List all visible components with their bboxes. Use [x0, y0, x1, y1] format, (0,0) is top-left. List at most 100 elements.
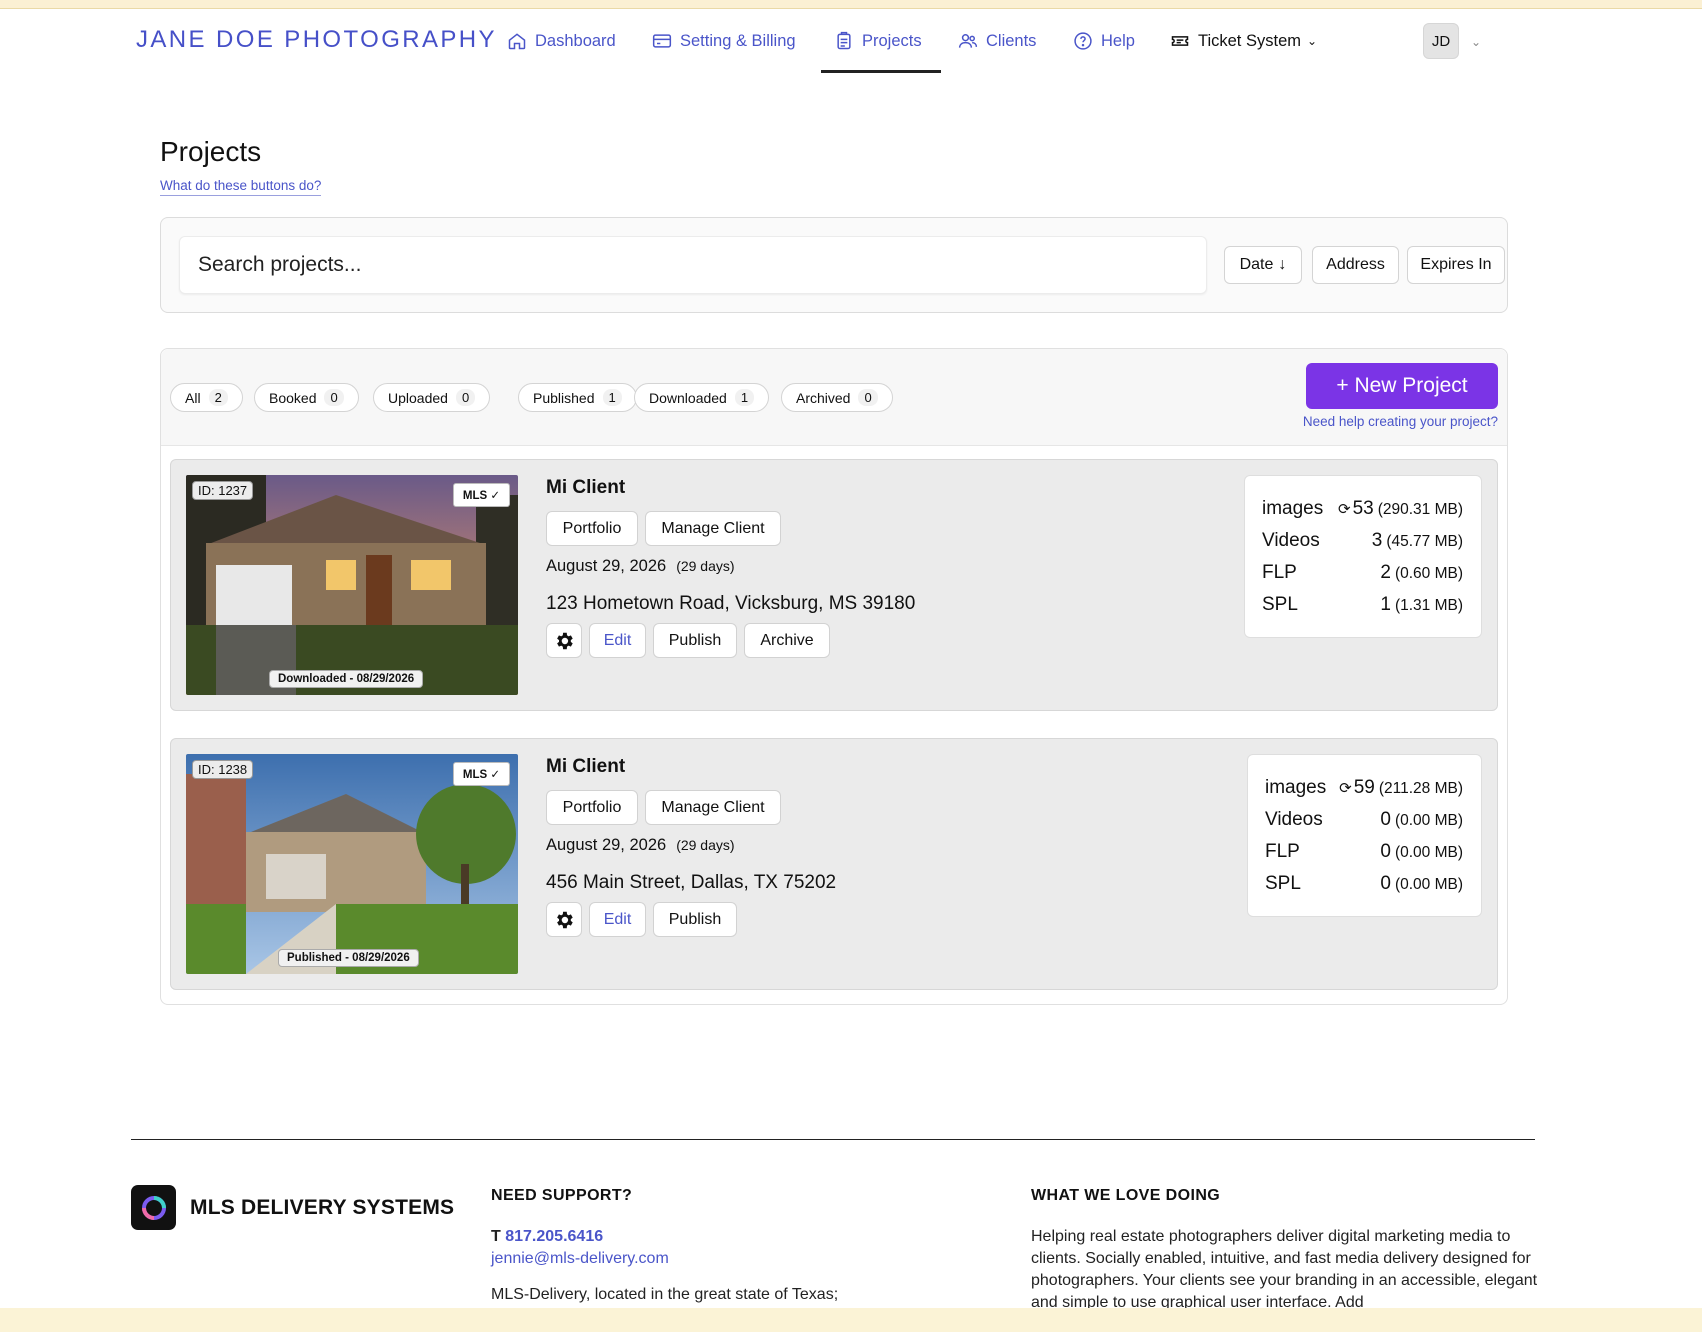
nav-clients[interactable]: Clients: [958, 26, 1036, 56]
manage-client-button[interactable]: Manage Client: [645, 790, 781, 825]
stat-count: 0: [1380, 873, 1391, 894]
nav-projects[interactable]: Projects: [834, 26, 922, 56]
stat-size: (45.77 MB): [1386, 533, 1463, 550]
publish-button[interactable]: Publish: [653, 623, 737, 658]
support-email-link[interactable]: jennie@mls-delivery.com: [491, 1248, 669, 1270]
edit-button[interactable]: Edit: [589, 623, 646, 658]
status-badge: Downloaded - 08/29/2026: [269, 670, 424, 688]
sort-date-button[interactable]: Date ↓: [1224, 246, 1302, 284]
stat-count: 59: [1353, 777, 1375, 798]
phone-link[interactable]: 817.205.6416: [505, 1228, 603, 1245]
nav-ticket-system[interactable]: Ticket System ⌄: [1170, 26, 1317, 56]
nav-ticket-label: Ticket System: [1198, 31, 1301, 50]
footer-divider: [131, 1139, 1535, 1140]
home-icon: [508, 33, 526, 50]
project-thumbnail[interactable]: ID: 1237 MLS ✓ Downloaded - 08/29/2026: [186, 475, 518, 695]
nav-help[interactable]: Help: [1073, 26, 1135, 56]
sort-expires-button[interactable]: Expires In: [1407, 246, 1505, 284]
help-circle-icon: [1074, 32, 1092, 50]
sort-address-button[interactable]: Address: [1312, 246, 1399, 284]
stat-count: 3: [1371, 530, 1383, 551]
stat-row-videos: Videos 0 (0.00 MB): [1265, 809, 1463, 841]
search-input[interactable]: [179, 236, 1207, 294]
stat-label: images: [1265, 777, 1327, 798]
new-project-help-link[interactable]: Need help creating your project?: [1287, 414, 1498, 429]
filter-published[interactable]: Published 1: [518, 383, 637, 412]
settings-gear-button[interactable]: [546, 623, 582, 658]
ticket-icon: [1171, 36, 1189, 46]
nav-clients-label: Clients: [986, 31, 1037, 50]
footer-logo: [131, 1185, 176, 1230]
nav-projects-label: Projects: [862, 31, 922, 50]
nav-active-indicator: [821, 70, 941, 73]
archive-button[interactable]: Archive: [744, 623, 830, 658]
credit-card-icon: [652, 34, 672, 48]
filter-archived[interactable]: Archived 0: [781, 383, 893, 412]
stat-size: (0.00 MB): [1394, 812, 1463, 829]
filter-count: 1: [734, 389, 755, 406]
refresh-icon[interactable]: ⟳: [1338, 500, 1351, 518]
nav-settings[interactable]: Setting & Billing: [652, 26, 796, 56]
stat-count: 1: [1380, 594, 1391, 615]
gear-icon: [557, 911, 573, 928]
media-stats: images ⟳ 59 (211.28 MB) Videos 0 (0.00 M…: [1247, 754, 1482, 917]
stat-row-flp: FLP 2 (0.60 MB): [1262, 562, 1463, 594]
project-id-badge: ID: 1238: [192, 760, 254, 779]
buttons-help-link[interactable]: What do these buttons do?: [160, 178, 322, 196]
nav-dashboard-label: Dashboard: [535, 31, 616, 50]
portfolio-button[interactable]: Portfolio: [546, 790, 638, 825]
filter-label: Uploaded: [388, 389, 448, 406]
nav-help-label: Help: [1101, 31, 1135, 50]
days-remaining: (29 days): [676, 558, 735, 574]
stat-label: Videos: [1265, 809, 1323, 830]
stat-label: SPL: [1262, 594, 1298, 615]
project-address: 456 Main Street, Dallas, TX 75202: [546, 872, 837, 893]
support-phone: T 817.205.6416: [491, 1226, 603, 1248]
stat-size: (211.28 MB): [1378, 780, 1463, 797]
refresh-icon[interactable]: ⟳: [1339, 779, 1352, 797]
project-thumbnail[interactable]: ID: 1238 MLS ✓ Published - 08/29/2026: [186, 754, 518, 974]
portfolio-button[interactable]: Portfolio: [546, 511, 638, 546]
filter-label: All: [185, 389, 201, 406]
project-date: August 29, 2026 (29 days): [546, 836, 735, 855]
filter-count: 0: [858, 389, 878, 406]
stat-size: (0.60 MB): [1394, 565, 1463, 582]
stat-size: (0.00 MB): [1394, 844, 1463, 861]
user-avatar[interactable]: JD: [1423, 23, 1459, 59]
mls-label: MLS: [462, 490, 488, 502]
sort-date-label: Date: [1239, 256, 1274, 273]
stat-label: images: [1262, 498, 1324, 519]
filter-all[interactable]: All 2: [170, 383, 243, 412]
stat-size: (290.31 MB): [1377, 501, 1463, 518]
edit-button[interactable]: Edit: [589, 902, 646, 937]
filter-downloaded[interactable]: Downloaded 1: [634, 383, 770, 412]
filter-count: 0: [324, 389, 344, 406]
publish-button[interactable]: Publish: [653, 902, 737, 937]
nav-dashboard[interactable]: Dashboard: [507, 26, 616, 56]
phone-prefix: T: [491, 1228, 501, 1245]
filter-uploaded[interactable]: Uploaded 0: [373, 383, 491, 412]
clipboard-icon: [837, 31, 851, 50]
gear-icon: [557, 632, 573, 649]
mls-badge: MLS ✓: [452, 762, 510, 786]
settings-gear-button[interactable]: [546, 902, 582, 937]
brand-title[interactable]: JANE DOE PHOTOGRAPHY: [136, 26, 497, 54]
footer-brand: MLS DELIVERY SYSTEMS: [190, 1196, 455, 1219]
stat-row-videos: Videos 3 (45.77 MB): [1262, 530, 1463, 562]
filter-booked[interactable]: Booked 0: [254, 383, 359, 412]
chevron-down-icon[interactable]: ⌄: [1471, 35, 1481, 49]
filter-label: Published: [533, 389, 595, 406]
manage-client-button[interactable]: Manage Client: [645, 511, 781, 546]
project-date-value: August 29, 2026: [546, 557, 667, 575]
project-date-value: August 29, 2026: [546, 836, 667, 854]
mls-label: MLS: [462, 769, 488, 781]
new-project-button[interactable]: + New Project: [1306, 363, 1498, 409]
house-photo: [186, 475, 518, 695]
filter-label: Booked: [269, 389, 317, 406]
client-name: Mi Client: [546, 756, 626, 777]
project-card: ID: 1237 MLS ✓ Downloaded - 08/29/2026 M…: [170, 459, 1498, 711]
project-date: August 29, 2026 (29 days): [546, 557, 735, 576]
house-photo: [186, 754, 518, 974]
stat-row-images: images ⟳ 53 (290.31 MB): [1262, 498, 1463, 530]
days-remaining: (29 days): [676, 837, 735, 853]
